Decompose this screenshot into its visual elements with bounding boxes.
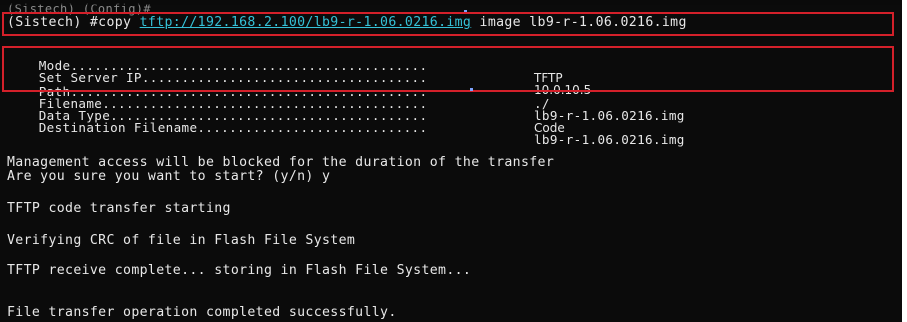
transfer-success-message: File transfer operation completed succes…	[7, 305, 397, 320]
terminal-window[interactable]: (Sistech) (Config)# (Sistech) #copy tftp…	[0, 0, 902, 322]
top-crop-strip	[0, 0, 902, 5]
crc-verify-message: Verifying CRC of file in Flash File Syst…	[7, 233, 356, 248]
property-row-server-ip: Set Server IP...........................…	[7, 60, 592, 96]
transfer-start-message: TFTP code transfer starting	[7, 201, 231, 216]
confirm-prompt: Are you sure you want to start? (y/n) y	[7, 169, 331, 184]
cursor-marker-top	[464, 10, 467, 13]
tftp-url-link[interactable]: tftp://192.168.2.100/lb9-r-1.06.0216.img	[140, 15, 472, 30]
cursor-marker-path	[470, 88, 473, 91]
property-row-filename: Filename................................…	[7, 86, 685, 122]
property-row-path: Path....................................…	[7, 74, 550, 110]
command-args: image lb9-r-1.06.0216.img	[471, 15, 687, 30]
warning-message: Management access will be blocked for th…	[7, 155, 555, 170]
property-row-data-type: Data Type...............................…	[7, 98, 565, 134]
receive-complete-message: TFTP receive complete... storing in Flas…	[7, 263, 472, 278]
property-row-destination-filename: Destination Filename....................…	[7, 110, 685, 146]
property-value: lb9-r-1.06.0216.img	[534, 132, 685, 147]
property-row-mode: Mode....................................…	[7, 48, 563, 84]
command-line[interactable]: (Sistech) #copy tftp://192.168.2.100/lb9…	[7, 16, 687, 30]
property-value: 10.0.10.5	[534, 83, 592, 97]
right-border	[902, 0, 907, 322]
command-prompt: (Sistech) #copy	[7, 15, 140, 30]
property-label: Destination Filename....................…	[38, 120, 428, 135]
